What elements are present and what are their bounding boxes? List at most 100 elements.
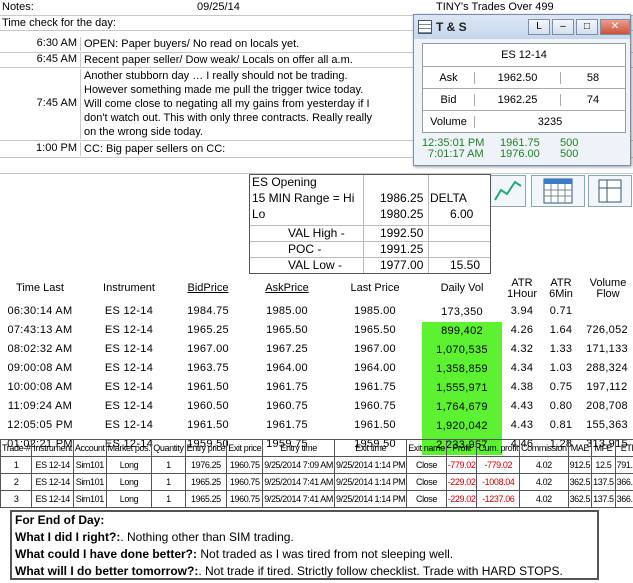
quote-cell-time: 08:02:32 AM xyxy=(7,343,73,355)
quote-row[interactable]: 12:05:05 PM ES 12-14 1961.50 1961.75 1961.50… xyxy=(0,417,633,436)
trade-cell: 137.5 xyxy=(591,490,616,508)
ts-ask-size: 58 xyxy=(586,71,600,84)
trade-row[interactable]: 1 ES 12-14 Sim101 Long 1 1976.25 1960.75 9/25/2… xyxy=(0,456,633,474)
link-button[interactable]: L xyxy=(528,19,550,35)
note-text: OPEN: Paper buyers/ No read on locals ye… xyxy=(80,37,410,51)
trade-cell: 9/25/2014 7:41 AM xyxy=(262,473,336,491)
quote-cell-inst: ES 12-14 xyxy=(104,381,154,393)
quote-cell-inst: ES 12-14 xyxy=(104,362,154,374)
close-icon[interactable]: ✕ xyxy=(600,19,630,35)
trade-cell: 1965.25 xyxy=(184,490,228,508)
quote-row[interactable]: 06:30:14 AM ES 12-14 1984.75 1985.00 1985.00… xyxy=(0,303,633,322)
trade-col-header[interactable]: Market pos. xyxy=(105,439,153,457)
trade-cell: 912.5 xyxy=(567,456,593,474)
quote-cell-vol: 1,070,535 xyxy=(422,341,502,360)
trade-cell: Sim101 xyxy=(72,490,107,508)
trade-row[interactable]: 3 ES 12-14 Sim101 Long 1 1965.25 1960.75 9/25/2… xyxy=(0,490,633,508)
opening-title: ES Opening xyxy=(252,175,317,189)
ts-bid-row: Bid 1962.25 74 xyxy=(423,88,625,110)
trade-col-header[interactable]: Profit xyxy=(445,439,478,457)
quote-cell-last: 1985.00 xyxy=(354,305,396,317)
quote-cell-inst: ES 12-14 xyxy=(104,419,154,431)
quote-cell-inst: ES 12-14 xyxy=(104,324,154,336)
ts-volume-label: Volume xyxy=(423,115,475,128)
trade-col-header[interactable]: Exit time xyxy=(334,439,408,457)
trades-table: Trade-# Instrument Account Market pos. Quant… xyxy=(0,439,633,508)
col-atr1-sub: 1Hour xyxy=(507,288,537,300)
trade-cell: 1 xyxy=(151,473,186,491)
quote-cell-atr6: 1.64 xyxy=(549,324,573,336)
quotes-header: Time Last Instrument BidPrice AskPrice L… xyxy=(0,275,633,303)
quote-cell-time: 09:00:08 AM xyxy=(7,362,73,374)
val-low-label: VAL Low - xyxy=(288,258,343,272)
quote-cell-bid: 1961.50 xyxy=(187,419,229,431)
quotes-grid: Time Last Instrument BidPrice AskPrice L… xyxy=(0,275,633,455)
note-time: 6:30 AM xyxy=(36,37,77,49)
trade-col-header[interactable]: Entry time xyxy=(262,439,336,457)
val-diff: 15.50 xyxy=(450,258,481,272)
trade-col-header[interactable]: MAE xyxy=(567,439,593,457)
trade-col-header[interactable]: Quantity xyxy=(151,439,186,457)
note-text: Recent paper seller/ Dow weak/ Locals on… xyxy=(80,53,410,67)
quote-row[interactable]: 08:02:32 AM ES 12-14 1967.00 1967.25 1967.00… xyxy=(0,341,633,360)
trade-cell: Sim101 xyxy=(72,473,107,491)
maximize-icon[interactable]: □ xyxy=(576,19,598,35)
quote-cell-atr6: 0.81 xyxy=(549,419,573,431)
trade-cell: 137.5 xyxy=(591,473,616,491)
chart-window-icon[interactable] xyxy=(488,175,526,207)
time-and-sales-window[interactable]: T & S L – □ ✕ ES 12-14 Ask 1962.50 58 Bi… xyxy=(413,14,631,166)
ts-quote-panel: ES 12-14 Ask 1962.50 58 Bid 1962.25 74 V… xyxy=(422,43,626,133)
quote-cell-flow: 155,363 xyxy=(586,419,628,431)
trade-cell: 1960.75 xyxy=(226,456,264,474)
trade-col-header[interactable]: Commission xyxy=(519,439,569,457)
trade-cell: ES 12-14 xyxy=(31,456,74,474)
quote-cell-atr1: 4.34 xyxy=(510,362,534,374)
ts-title-bar[interactable]: T & S L – □ ✕ xyxy=(414,15,630,39)
quote-cell-atr6: 0.71 xyxy=(549,305,573,317)
trade-col-header[interactable]: Account xyxy=(72,439,107,457)
quote-cell-inst: ES 12-14 xyxy=(104,343,154,355)
trade-cell: 4.02 xyxy=(519,456,569,474)
val-low: 1977.00 xyxy=(380,258,424,272)
col-atr6-sub: 6Min xyxy=(549,288,573,300)
note-time: 6:45 AM xyxy=(36,53,77,65)
trade-col-header[interactable]: Exit price xyxy=(226,439,264,457)
quote-cell-flow: 171,133 xyxy=(586,343,628,355)
col-time-last: Time Last xyxy=(16,282,64,294)
quote-cell-time: 12:05:05 PM xyxy=(7,419,73,431)
ts-instrument: ES 12-14 xyxy=(501,49,547,61)
note-text: Another stubborn day … I really should n… xyxy=(80,69,380,139)
trade-cell: 1 xyxy=(0,456,33,474)
trade-col-header[interactable]: Entry price xyxy=(184,439,228,457)
range-lo: 1980.25 xyxy=(380,207,424,221)
quote-row[interactable]: 11:09:24 AM ES 12-14 1960.50 1960.75 1960.75… xyxy=(0,398,633,417)
val-high: 1992.50 xyxy=(380,226,424,240)
minimize-icon[interactable]: – xyxy=(552,19,574,35)
window-icon[interactable] xyxy=(588,175,632,207)
quote-cell-atr1: 4.32 xyxy=(510,343,534,355)
quote-row[interactable]: 09:00:08 AM ES 12-14 1963.75 1964.00 1964.00… xyxy=(0,360,633,379)
trade-cell: 366.52 xyxy=(614,473,633,491)
val-high-label: VAL High - xyxy=(288,226,345,240)
trade-cell: Sim101 xyxy=(72,456,107,474)
col-askprice[interactable]: AskPrice xyxy=(252,282,322,294)
quote-row[interactable]: 10:00:08 AM ES 12-14 1961.50 1961.75 1961.75… xyxy=(0,379,633,398)
trade-cell: 1960.75 xyxy=(226,490,264,508)
quote-cell-bid: 1963.75 xyxy=(187,362,229,374)
notes-label: Notes: xyxy=(2,1,34,13)
quote-cell-ask: 1967.25 xyxy=(266,343,308,355)
trade-col-header[interactable]: Trade-# xyxy=(0,439,33,457)
trade-col-header[interactable]: ETD xyxy=(614,439,633,457)
trade-col-header[interactable]: Cum. profit xyxy=(476,439,521,457)
trade-row[interactable]: 2 ES 12-14 Sim101 Long 1 1965.25 1960.75 9/25/2… xyxy=(0,473,633,491)
trade-cell: 9/25/2014 1:14 PM xyxy=(334,456,408,474)
col-bidprice[interactable]: BidPrice xyxy=(176,282,240,294)
trade-col-header[interactable]: Exit name xyxy=(406,439,447,457)
quote-cell-atr6: 1.33 xyxy=(549,343,573,355)
ts-bid-size: 74 xyxy=(586,93,600,106)
trade-col-header[interactable]: Instrument xyxy=(31,439,74,457)
trade-cell: ES 12-14 xyxy=(31,473,74,491)
trade-col-header[interactable]: MFE xyxy=(591,439,616,457)
quote-row[interactable]: 07:43:13 AM ES 12-14 1965.25 1965.50 1965.50… xyxy=(0,322,633,341)
calendar-window-icon[interactable] xyxy=(531,175,585,207)
